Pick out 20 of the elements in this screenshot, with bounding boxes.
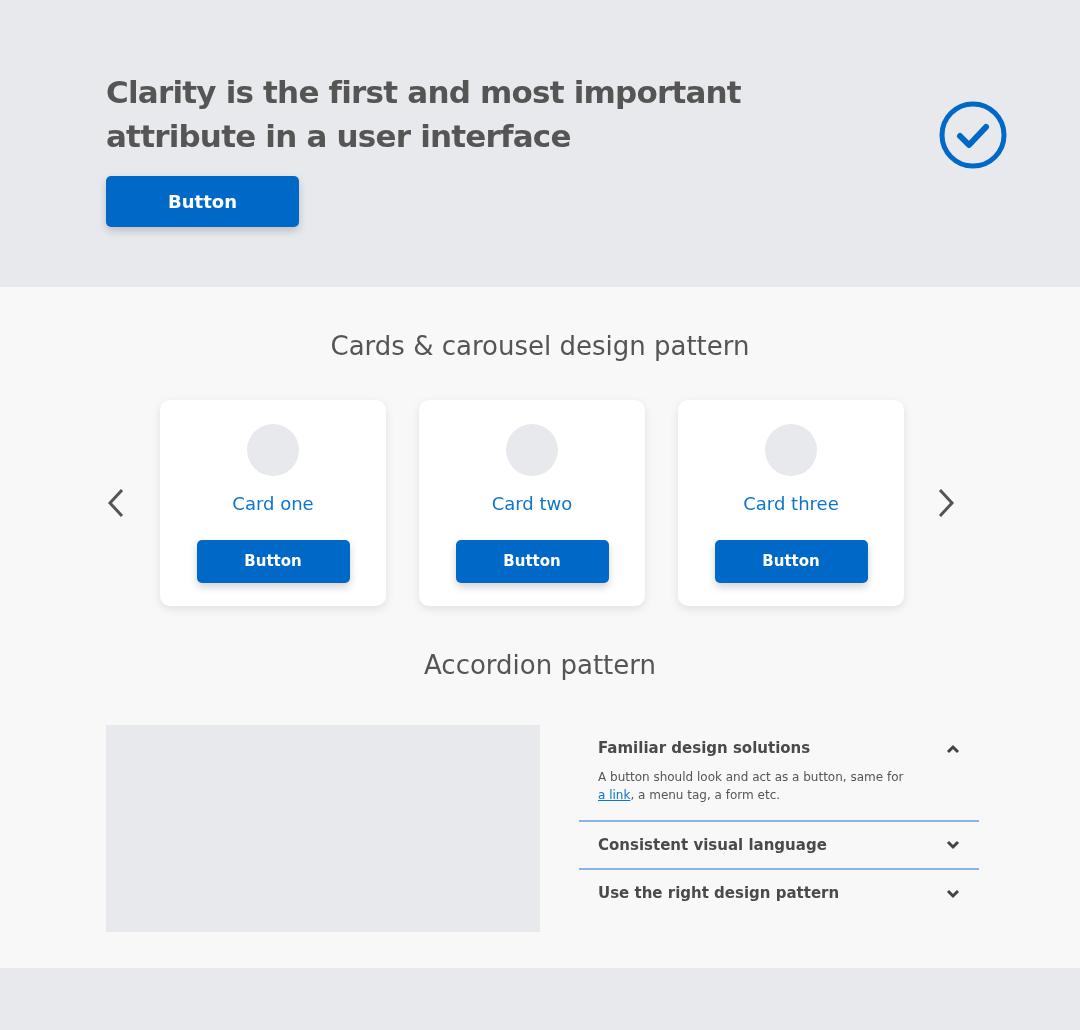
card-button[interactable]: Button	[714, 540, 868, 584]
card-title: Card three	[743, 492, 839, 517]
section-title: Accordion pattern	[423, 650, 657, 682]
previous-arrow[interactable]	[106, 487, 126, 520]
chevron-up-icon[interactable]	[946, 743, 960, 754]
accordion-header[interactable]: Familiar design solutions	[598, 737, 811, 760]
section-title: Cards & carousel design pattern	[329, 330, 751, 363]
card-title: Card one	[232, 492, 314, 517]
accordion-header[interactable]: Consistent visual language	[598, 833, 827, 857]
card-button[interactable]: Button	[455, 540, 609, 584]
next-arrow[interactable]	[936, 487, 956, 520]
primary-button[interactable]: Button	[106, 176, 299, 227]
headline: Clarity is the first and most important attribute in a user interface	[106, 73, 742, 156]
chevron-down-icon[interactable]	[946, 888, 960, 899]
accordion-text: A button should look and act as a button, same for a link, a menu tag, a form etc.	[598, 768, 905, 804]
check-circle-icon	[938, 100, 1008, 170]
card-button[interactable]: Button	[196, 540, 350, 584]
accordion-header[interactable]: Use the right design pattern	[598, 882, 840, 905]
card-title: Card two	[491, 492, 573, 517]
chevron-down-icon[interactable]	[946, 840, 960, 851]
